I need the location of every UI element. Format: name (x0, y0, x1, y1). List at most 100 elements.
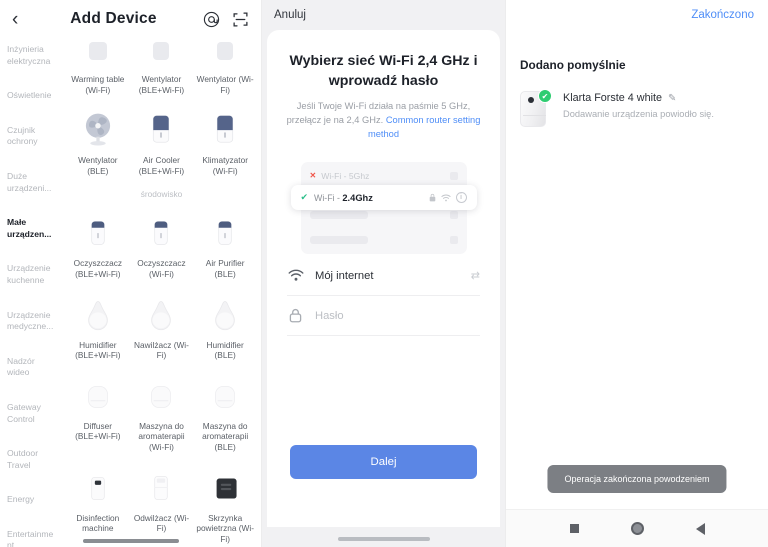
device-label: Nawilżacz (Wi-Fi) (134, 339, 189, 361)
device-label: Klimatyzator (Wi-Fi) (202, 155, 248, 176)
sidebar-item-kitchen[interactable]: Urządzenie kuchenne (0, 263, 62, 286)
back-icon[interactable]: ‹ (12, 10, 34, 29)
device-button-dot (528, 97, 534, 103)
info-icon: i (455, 192, 467, 203)
device-icon (75, 38, 121, 70)
header-icon-group (193, 11, 249, 28)
sidebar-item-video[interactable]: Nadzór wideo (0, 356, 62, 379)
password-field[interactable]: Hasło (287, 296, 480, 336)
at-circle-icon[interactable] (203, 11, 220, 28)
cancel-button[interactable]: Anuluj (274, 9, 306, 21)
sidebar-item-lighting[interactable]: Oświetlenie (0, 90, 62, 102)
wifi-illustration: ✕ Wi-Fi - 5Ghz ✔ Wi-Fi - 2.4Ghz i (290, 156, 477, 256)
device-icon (202, 38, 248, 70)
placeholder-block (449, 171, 458, 180)
sidebar-item-outdoor[interactable]: Outdoor Travel (0, 448, 62, 471)
wifi-row-24ghz-label: Wi-Fi - 2.4Ghz (314, 192, 373, 203)
purifier-icon (138, 208, 184, 254)
panel-success: Zakończono Dodano pomyślnie ✔ Klarta For… (506, 0, 768, 547)
swap-icon[interactable]: ⇄ (471, 269, 480, 282)
device-label: Humidifier (BLE+Wi-Fi) (75, 339, 121, 361)
sidebar-item-medical[interactable]: Urządzenie medyczne... (0, 310, 62, 333)
sidebar-item-sensor[interactable]: Czujnik ochrony (0, 125, 62, 148)
sidebar-item-large-appliances[interactable]: Duże urządzeni... (0, 171, 62, 194)
device-status: Dodawanie urządzenia powiodło się. (563, 109, 714, 119)
device-card[interactable]: Warming table (Wi-Fi) (66, 38, 130, 101)
device-name: Klarta Forste 4 white ✎ (563, 92, 714, 104)
device-card[interactable]: Maszyna do aromaterapii (BLE) (193, 367, 257, 459)
section-label-environment: środowisko (140, 189, 183, 200)
triangle-back-icon[interactable] (695, 522, 705, 535)
sidebar-item-gateway[interactable]: Gateway Control (0, 402, 62, 425)
device-card[interactable]: Air Purifier (BLE) (193, 204, 257, 285)
device-card[interactable]: Wentylator (BLE+Wi-Fi) (130, 38, 194, 101)
device-card[interactable]: Disinfection machine (66, 459, 130, 547)
done-button[interactable]: Zakończono (691, 9, 754, 21)
device-card[interactable]: Klimatyzator (Wi-Fi) (193, 101, 257, 182)
device-card[interactable]: Nawilżacz (Wi-Fi) (130, 286, 194, 367)
device-card[interactable]: Wentylator (Wi-Fi) (193, 38, 257, 101)
device-label: Wentylator (BLE) (78, 155, 118, 176)
device-grid: Warming table (Wi-Fi) Wentylator (BLE+Wi… (62, 38, 261, 547)
check-icon: ✔ (538, 89, 552, 103)
purifier-icon (202, 208, 248, 254)
add-device-header: ‹ Add Device (0, 0, 261, 38)
scan-frame-icon[interactable] (232, 11, 249, 28)
router-setting-link[interactable]: Common router setting method (368, 115, 480, 139)
device-name-text: Klarta Forste 4 white (563, 92, 663, 104)
device-card[interactable]: Maszyna do aromaterapii (Wi-Fi) (130, 367, 194, 459)
device-label: Maszyna do aromaterapii (BLE) (202, 420, 249, 453)
device-card[interactable]: Humidifier (BLE) (193, 286, 257, 367)
circle-icon[interactable] (630, 522, 644, 535)
wifi-card: Wybierz sieć Wi-Fi 2,4 GHz i wprowadź ha… (267, 30, 500, 527)
device-card[interactable]: Wentylator (BLE) (66, 101, 130, 182)
wifi-row-end-icons: i (429, 192, 467, 203)
wifi-icon (287, 269, 304, 282)
device-label: Humidifier (BLE) (206, 339, 244, 361)
diffuser-icon (202, 371, 248, 417)
pencil-icon[interactable]: ✎ (668, 93, 676, 104)
device-thumbnail: ✔ (520, 89, 552, 128)
purifier-icon (75, 208, 121, 254)
success-title: Dodano pomyślnie (520, 58, 626, 72)
device-label: Skrzynka powietrzna (Wi-Fi) (196, 512, 254, 544)
lock-icon (287, 308, 304, 323)
device-card[interactable]: Skrzynka powietrzna (Wi-Fi) (193, 459, 257, 547)
device-card[interactable]: Oczyszczacz (Wi-Fi) (130, 204, 194, 285)
sidebar-item-electrical[interactable]: Inżynieria elektryczna (0, 44, 62, 67)
panel-wifi-setup: Anuluj Wybierz sieć Wi-Fi 2,4 GHz i wpro… (262, 0, 506, 547)
placeholder-block (449, 235, 458, 244)
password-placeholder: Hasło (315, 309, 344, 322)
home-indicator (337, 537, 430, 541)
device-grid-scroll[interactable]: Warming table (Wi-Fi) Wentylator (BLE+Wi… (62, 38, 261, 547)
device-card[interactable]: Diffuser (BLE+Wi-Fi) (66, 367, 130, 459)
ssid-field[interactable]: Mój internet ⇄ (287, 256, 480, 296)
wifi-row-5ghz: ✕ Wi-Fi - 5Ghz (310, 168, 458, 183)
device-card[interactable]: Oczyszczacz (BLE+Wi-Fi) (66, 204, 130, 285)
sidebar-item-entertainment[interactable]: Entertainment (0, 529, 62, 547)
device-label: Warming table (Wi-Fi) (71, 74, 125, 95)
panel-add-device: ‹ Add Device Inżynieria elektryczna Oświ… (0, 0, 262, 547)
device-label: Wentylator (BLE+Wi-Fi) (138, 74, 185, 95)
wifi-icon (440, 194, 451, 201)
diffuser-icon (75, 371, 121, 417)
humidifier-icon (138, 290, 184, 336)
placeholder-block (309, 235, 368, 244)
device-card[interactable]: Air Cooler (BLE+Wi-Fi) (130, 101, 194, 182)
home-indicator (82, 539, 179, 543)
device-icon (138, 38, 184, 70)
device-label: Odwilżacz (Wi-Fi) (133, 512, 190, 534)
add-device-body: Inżynieria elektryczna Oświetlenie Czujn… (0, 38, 261, 547)
category-sidebar[interactable]: Inżynieria elektryczna Oświetlenie Czujn… (0, 38, 62, 547)
added-device-row[interactable]: ✔ Klarta Forste 4 white ✎ Dodawanie urzą… (506, 72, 768, 128)
sidebar-item-small-appliances[interactable]: Małe urządzen... (0, 217, 62, 240)
cross-icon: ✕ (309, 171, 317, 180)
device-card[interactable]: Odwilżacz (Wi-Fi) (130, 459, 194, 547)
wifi-topbar: Anuluj (262, 0, 505, 30)
device-card[interactable]: Humidifier (BLE+Wi-Fi) (66, 286, 130, 367)
sidebar-item-energy[interactable]: Energy (0, 494, 62, 506)
success-topbar: Zakończono (506, 0, 768, 30)
next-button[interactable]: Dalej (290, 445, 477, 479)
device-label: Air Cooler (BLE+Wi-Fi) (138, 155, 185, 176)
square-icon[interactable] (569, 524, 579, 533)
